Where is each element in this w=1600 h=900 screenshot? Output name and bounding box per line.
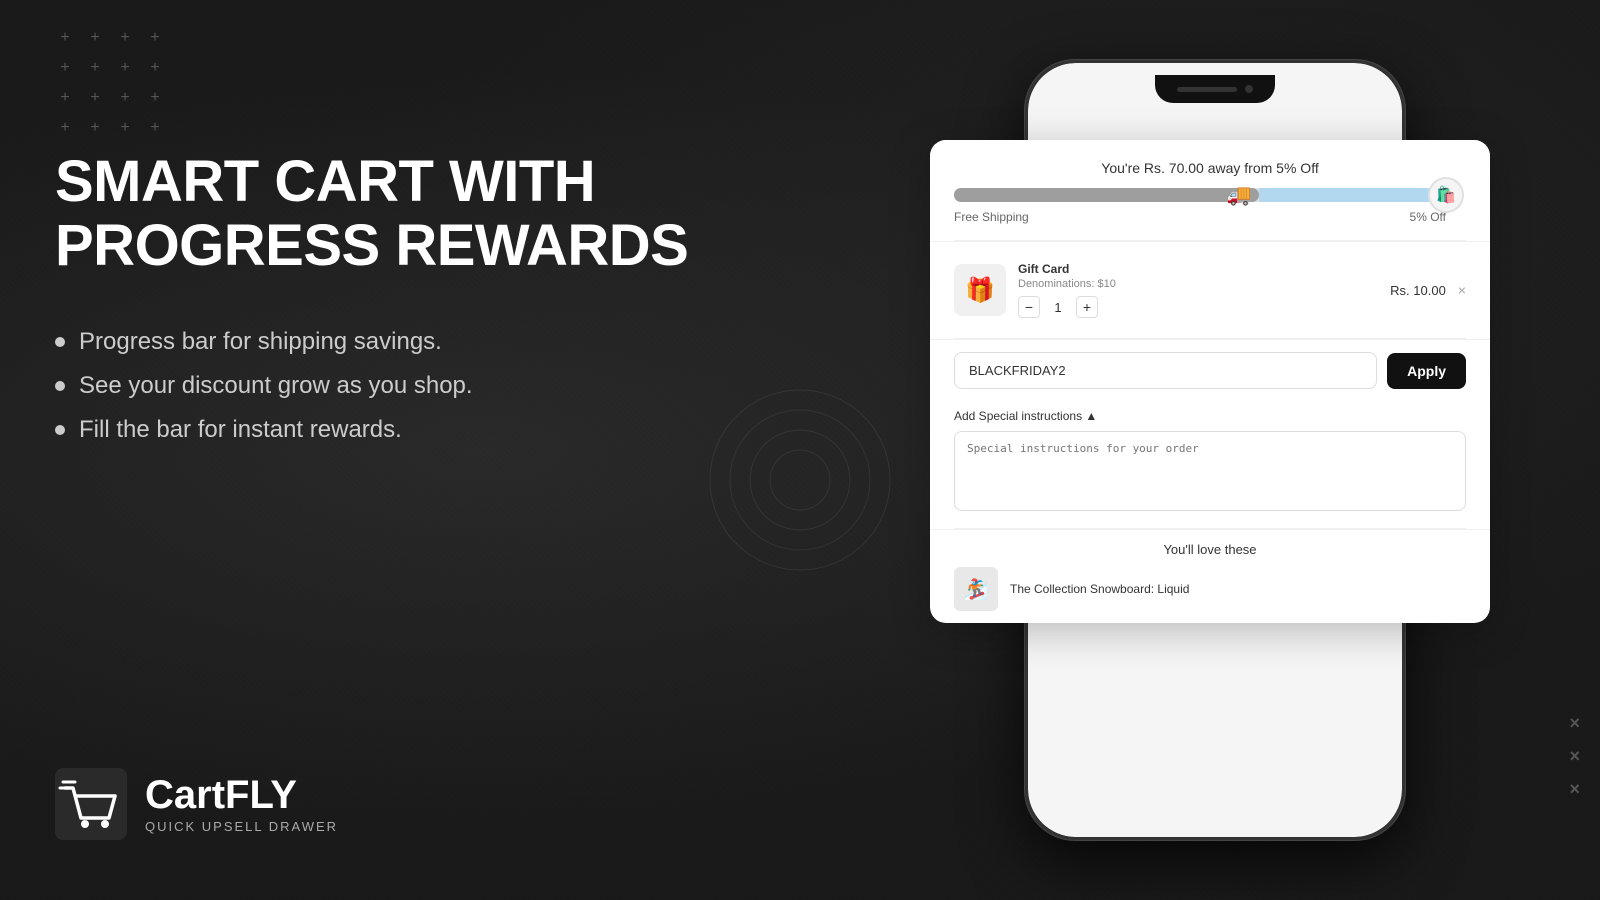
upsell-title: You'll love these [954,542,1466,557]
list-item: Fill the bar for instant rewards. [55,416,755,444]
plus-icon: + [55,120,75,140]
plus-icon: + [145,120,165,140]
quantity-decrease-button[interactable]: − [1018,296,1040,318]
plus-icon: + [115,90,135,110]
plus-icon: + [115,30,135,50]
notch-dot [1245,85,1253,93]
cart-item: 🎁 Gift Card Denominations: $10 − 1 + Rs.… [954,254,1466,326]
notch-bar [1177,87,1237,92]
bullet-icon [55,337,65,347]
feature-list: Progress bar for shipping savings. See y… [55,328,755,444]
discount-row: Apply [954,352,1466,389]
cart-panel: You're Rs. 70.00 away from 5% Off 🚚 🛍️ F… [930,140,1490,623]
upsell-item-image: 🏂 [954,567,998,611]
phone-notch [1155,75,1275,103]
progress-bar-fill [954,188,1259,202]
x-mark: × [1569,746,1580,767]
cart-items: 🎁 Gift Card Denominations: $10 − 1 + Rs.… [930,241,1490,338]
plus-icon: + [85,120,105,140]
upsell-item-name: The Collection Snowboard: Liquid [1010,582,1189,596]
bullet-icon [55,425,65,435]
progress-labels: Free Shipping 5% Off [954,210,1466,224]
plus-icon: + [55,60,75,80]
instructions-section: Add Special instructions ▲ [930,401,1490,528]
plus-icon: + [85,90,105,110]
plus-icon: + [115,120,135,140]
plus-icon: + [85,30,105,50]
plus-icon: + [115,60,135,80]
plus-icon: + [145,30,165,50]
x-marks: × × × [1569,713,1580,800]
progress-bar-remaining [1259,188,1446,202]
logo-text: CartFLY QUICK UPSELL DRAWER [145,775,338,834]
list-item: See your discount grow as you shop. [55,372,755,400]
discount-input[interactable] [954,352,1377,389]
cart-item-image: 🎁 [954,264,1006,316]
right-panel: You're Rs. 70.00 away from 5% Off 🚚 🛍️ F… [890,20,1540,880]
quantity-value: 1 [1050,300,1066,315]
left-panel: SMART CART WITH PROGRESS REWARDS Progres… [55,150,755,504]
instructions-toggle[interactable]: Add Special instructions ▲ [954,409,1466,423]
progress-bar: 🚚 [954,188,1446,202]
plus-icon: + [55,90,75,110]
discount-section: Apply [930,339,1490,401]
plus-grid-decoration: + + + + + + + + + + + + + + + + [55,30,165,140]
cart-item-quantity: − 1 + [1018,296,1378,318]
cart-item-denomination: Denominations: $10 [1018,278,1378,290]
bullet-icon [55,381,65,391]
instructions-textarea[interactable] [954,431,1466,511]
cart-item-name: Gift Card [1018,262,1378,276]
apply-button[interactable]: Apply [1387,353,1466,389]
plus-icon: + [145,60,165,80]
progress-title: You're Rs. 70.00 away from 5% Off [954,160,1466,176]
upsell-section: You'll love these 🏂 The Collection Snowb… [930,529,1490,623]
page-title: SMART CART WITH PROGRESS REWARDS [55,150,755,278]
quantity-increase-button[interactable]: + [1076,296,1098,318]
logo-subtitle: QUICK UPSELL DRAWER [145,819,338,834]
upsell-item: 🏂 The Collection Snowboard: Liquid [954,567,1466,611]
list-item: Progress bar for shipping savings. [55,328,755,356]
logo-name: CartFLY [145,775,338,815]
x-mark: × [1569,779,1580,800]
plus-icon: + [85,60,105,80]
progress-label-left: Free Shipping [954,210,1029,224]
cart-item-details: Gift Card Denominations: $10 − 1 + [1018,262,1378,318]
progress-section: You're Rs. 70.00 away from 5% Off 🚚 🛍️ F… [930,140,1490,240]
bag-icon: 🛍️ [1428,177,1464,213]
logo-icon [55,768,127,840]
truck-icon: 🚚 [1227,183,1252,208]
plus-icon: + [55,30,75,50]
cart-item-price: Rs. 10.00 [1390,283,1446,298]
plus-icon: + [145,90,165,110]
logo-area: CartFLY QUICK UPSELL DRAWER [55,768,338,840]
x-mark: × [1569,713,1580,734]
circle-decoration [700,380,900,580]
remove-item-button[interactable]: × [1458,282,1466,298]
